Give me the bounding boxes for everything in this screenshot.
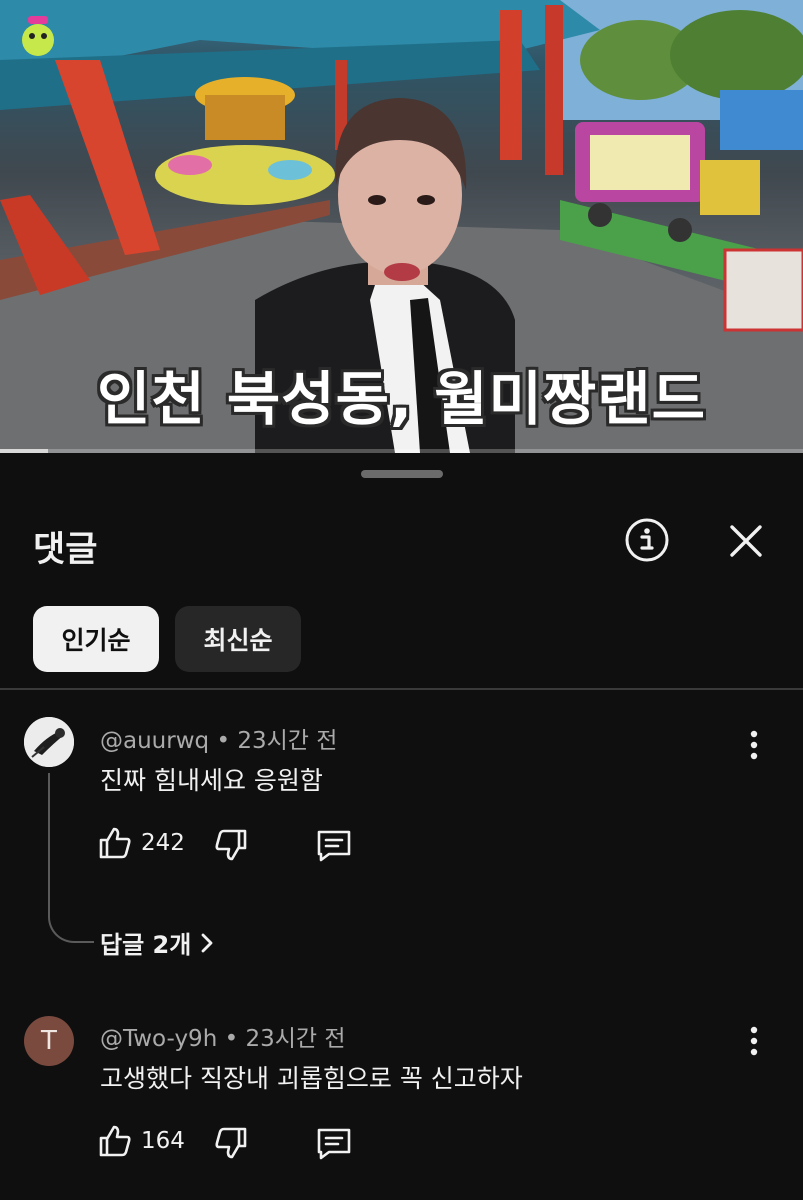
info-button[interactable]: [624, 517, 670, 563]
video-subtitle: 인천 북성동, 월미짱랜드: [96, 365, 707, 433]
comment-icon: [317, 830, 351, 862]
comments-title: 댓글: [33, 530, 98, 570]
like-count: 242: [141, 830, 185, 856]
chevron-right-icon: [201, 933, 213, 952]
avatar[interactable]: T: [24, 1016, 74, 1066]
avatar[interactable]: [24, 717, 74, 767]
sort-chip-popular[interactable]: 인기순: [33, 606, 159, 672]
more-vert-icon: [750, 1026, 758, 1056]
comment-author[interactable]: @auurwq: [100, 728, 209, 754]
like-count: 164: [141, 1128, 185, 1154]
comments-sheet: 댓글 인기순 최신순 @auurwq • 23시간 전 진짜 힘내세요 응원함: [0, 453, 803, 1200]
dislike-button[interactable]: [213, 1125, 249, 1165]
comment-more-button[interactable]: [742, 725, 766, 765]
sort-chip-newest[interactable]: 최신순: [175, 606, 301, 672]
reply-button[interactable]: [315, 1125, 353, 1165]
view-replies-button[interactable]: 답글 2개: [100, 925, 215, 960]
close-icon: [730, 525, 762, 557]
comment-author[interactable]: @Two-y9h: [100, 1026, 217, 1052]
avatar-image: [24, 717, 74, 767]
reply-thread-line: [48, 773, 94, 943]
comment-meta: @auurwq • 23시간 전: [100, 721, 337, 755]
dislike-button[interactable]: [213, 827, 249, 867]
divider: [0, 688, 803, 690]
thumbs-up-icon: [99, 1125, 131, 1157]
thumbs-up-icon: [99, 827, 131, 859]
meta-separator: •: [224, 1026, 246, 1052]
replies-label: 답글 2개: [100, 931, 192, 959]
more-vert-icon: [750, 730, 758, 760]
info-icon: [625, 518, 669, 562]
avatar-letter: T: [41, 1026, 57, 1056]
meta-separator: •: [216, 728, 238, 754]
comment-text: 고생했다 직장내 괴롭힘으로 꼭 신고하자: [100, 1064, 523, 1093]
close-button[interactable]: [724, 519, 768, 563]
like-button[interactable]: [97, 1123, 133, 1163]
drag-handle[interactable]: [361, 470, 443, 478]
comment-icon: [317, 1128, 351, 1160]
comment-text: 진짜 힘내세요 응원함: [100, 766, 323, 795]
thumbs-down-icon: [215, 829, 247, 861]
comment-time: 23시간 전: [237, 728, 338, 754]
like-button[interactable]: [97, 825, 133, 865]
comment-time: 23시간 전: [245, 1026, 346, 1052]
comment-more-button[interactable]: [742, 1021, 766, 1061]
comment-meta: @Two-y9h • 23시간 전: [100, 1019, 346, 1053]
reply-button[interactable]: [315, 827, 353, 867]
video-player[interactable]: 인천 북성동, 월미짱랜드: [0, 0, 803, 453]
thumbs-down-icon: [215, 1127, 247, 1159]
